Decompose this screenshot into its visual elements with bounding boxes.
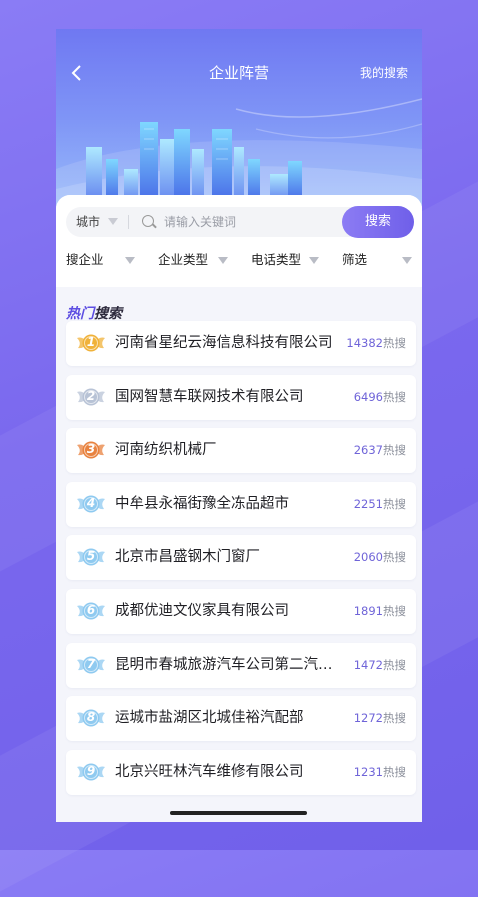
search-count-value: 1891 [353, 604, 383, 618]
caret-down-icon [125, 257, 135, 264]
rank-number: 4 [86, 495, 96, 510]
rank-badge-icon: 4 [76, 493, 106, 515]
search-count: 14382热搜 [346, 321, 406, 366]
search-filter-area: 城市 搜索 搜企业 企业类型 电话类型 筛选 [56, 195, 422, 287]
rank-number: 9 [86, 763, 96, 778]
hot-search-item[interactable]: 8 运城市盐湖区北城佳裕汽配部 1272热搜 [66, 696, 416, 742]
caret-down-icon [218, 257, 228, 264]
search-count-value: 2251 [353, 496, 383, 511]
company-name: 昆明市春城旅游汽车公司第二汽车修理厂 [115, 656, 343, 673]
content-panel: 城市 搜索 搜企业 企业类型 电话类型 筛选 热门搜索 1河南省星纪云海信息科技… [56, 195, 422, 822]
rank-badge-icon: 7 [76, 654, 106, 676]
search-count-value: 1272 [353, 711, 383, 726]
search-count-value: 1472 [353, 657, 383, 672]
search-count-suffix: 热搜 [383, 443, 406, 458]
rank-number: 8 [86, 710, 96, 725]
company-name: 河南省星纪云海信息科技有限公司 [115, 335, 333, 351]
search-count: 1231热搜 [354, 750, 406, 795]
hot-search-item[interactable]: 1 河南省星纪云海信息科技有限公司 14382热搜 [66, 321, 416, 366]
search-count-suffix: 热搜 [383, 764, 406, 779]
caret-down-icon [309, 257, 319, 264]
search-count-value: 14382 [346, 336, 383, 350]
search-count-value: 1231 [353, 764, 383, 779]
company-name: 北京市昌盛钢木门窗厂 [115, 549, 260, 566]
nav-bar: 企业阵营 我的搜索 [56, 59, 422, 87]
search-icon [142, 215, 154, 227]
search-count-value: 6496 [353, 389, 383, 404]
company-name: 成都优迪文仪家具有限公司 [115, 603, 289, 619]
search-count: 1272热搜 [354, 696, 406, 741]
rank-number: 2 [86, 388, 96, 403]
hot-search-heading-text: 搜索 [94, 306, 122, 322]
hot-search-item[interactable]: 6 成都优迪文仪家具有限公司 1891热搜 [66, 589, 416, 634]
search-count: 1891热搜 [354, 589, 406, 634]
rank-number: 1 [86, 335, 96, 349]
city-selector[interactable]: 城市 [76, 207, 100, 237]
search-count-suffix: 热搜 [383, 550, 406, 565]
rank-number: 6 [86, 603, 96, 617]
company-name: 中牟县永福街豫全冻品超市 [115, 495, 289, 512]
rank-badge-icon: 8 [76, 707, 106, 729]
search-count: 2251热搜 [354, 482, 406, 527]
search-count-suffix: 热搜 [383, 336, 406, 350]
my-search-link[interactable]: 我的搜索 [360, 59, 408, 87]
phone-screen: 企业阵营 我的搜索 城市 搜索 搜企业 企业类型 电话类型 筛选 [56, 29, 422, 822]
search-count-suffix: 热搜 [383, 657, 406, 672]
caret-down-icon [402, 257, 412, 264]
search-input[interactable] [164, 207, 344, 237]
search-count-suffix: 热搜 [383, 496, 406, 511]
filter-bar: 搜企业 企业类型 电话类型 筛选 [56, 249, 422, 271]
search-count: 2060热搜 [354, 535, 406, 580]
company-name: 国网智慧车联网技术有限公司 [115, 388, 304, 405]
hot-search-item[interactable]: 7 昆明市春城旅游汽车公司第二汽车修理厂 1472热搜 [66, 642, 416, 688]
filter-phone-type[interactable]: 电话类型 [251, 249, 301, 271]
rank-badge-icon: 6 [76, 600, 106, 622]
search-button[interactable]: 搜索 [342, 206, 414, 238]
hot-search-item[interactable]: 2 国网智慧车联网技术有限公司 6496热搜 [66, 374, 416, 420]
search-count-suffix: 热搜 [383, 604, 406, 618]
divider [128, 215, 129, 229]
rank-badge-icon: 9 [76, 761, 106, 783]
home-indicator [170, 811, 307, 815]
filter-screen[interactable]: 筛选 [342, 249, 367, 271]
search-count-value: 2060 [353, 550, 383, 565]
company-name: 北京兴旺林汽车维修有限公司 [115, 763, 304, 780]
search-count-suffix: 热搜 [383, 389, 406, 404]
hot-search-heading: 热门搜索 [66, 303, 122, 323]
hot-search-item[interactable]: 9 北京兴旺林汽车维修有限公司 1231热搜 [66, 749, 416, 795]
hot-search-item[interactable]: 3 河南纺织机械厂 2637热搜 [66, 428, 416, 474]
hot-search-item[interactable]: 4 中牟县永福街豫全冻品超市 2251热搜 [66, 481, 416, 527]
hot-search-item[interactable]: 5 北京市昌盛钢木门窗厂 2060热搜 [66, 535, 416, 581]
rank-number: 3 [86, 442, 96, 457]
filter-company-type[interactable]: 企业类型 [158, 249, 208, 271]
rank-badge-icon: 2 [76, 386, 106, 408]
filter-company[interactable]: 搜企业 [66, 249, 104, 271]
search-count: 1472热搜 [354, 643, 406, 688]
search-count: 6496热搜 [354, 375, 406, 420]
rank-badge-icon: 3 [76, 439, 106, 461]
company-name: 运城市盐湖区北城佳裕汽配部 [115, 710, 304, 727]
rank-number: 5 [86, 549, 96, 564]
search-count-suffix: 热搜 [383, 711, 406, 726]
caret-down-icon [108, 218, 118, 225]
hot-search-heading-accent: 热门 [66, 306, 94, 322]
search-bar: 城市 搜索 [66, 206, 414, 238]
search-count-value: 2637 [353, 443, 383, 458]
rank-badge-icon: 5 [76, 546, 106, 568]
rank-number: 7 [86, 656, 96, 671]
search-count: 2637热搜 [354, 428, 406, 473]
company-name: 河南纺织机械厂 [115, 442, 217, 459]
rank-badge-icon: 1 [76, 332, 106, 354]
